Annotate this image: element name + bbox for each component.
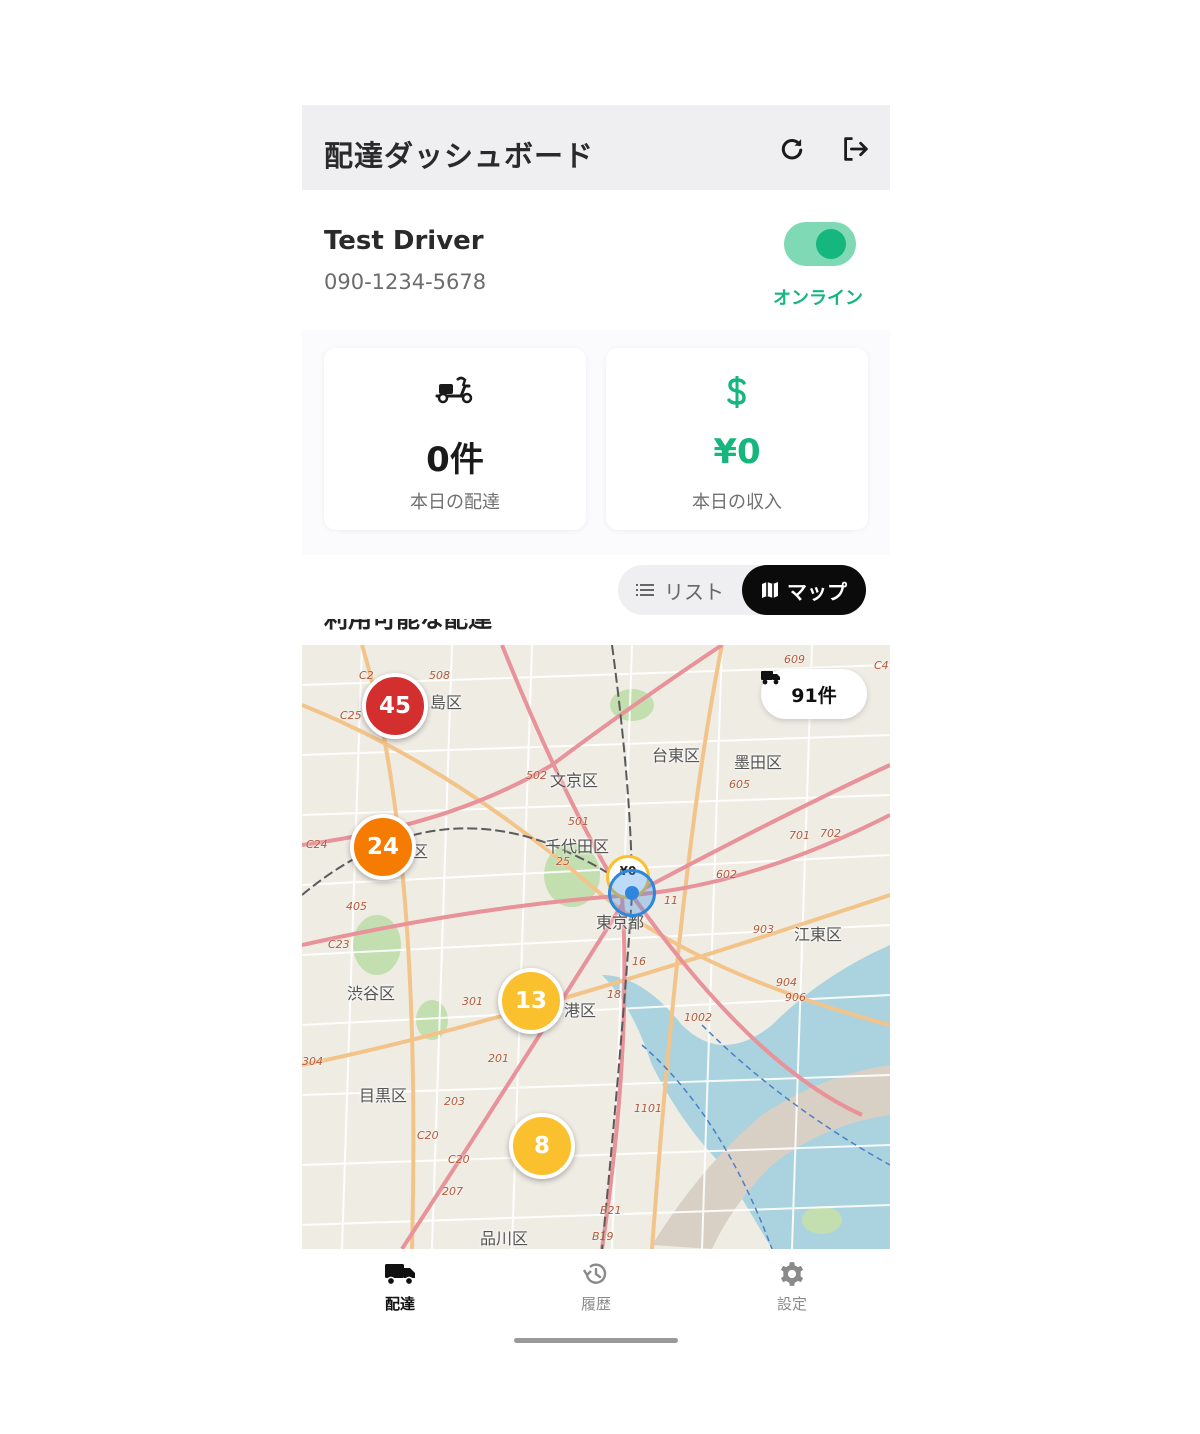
truck-icon bbox=[385, 1264, 415, 1286]
map-label: 渋谷区 bbox=[347, 984, 396, 1003]
map-icon bbox=[762, 582, 778, 598]
route-number: 405 bbox=[346, 900, 367, 913]
route-number: 1101 bbox=[634, 1102, 662, 1115]
driver-name: Test Driver bbox=[324, 226, 484, 256]
map-view-label: マップ bbox=[787, 579, 847, 604]
map-label: 品川区 bbox=[480, 1229, 529, 1248]
route-number: C20 bbox=[417, 1129, 439, 1142]
view-toggle: リスト マップ bbox=[618, 565, 866, 615]
route-number: C2 bbox=[359, 669, 374, 682]
nav-item-history[interactable]: 履歴 bbox=[498, 1261, 694, 1314]
history-icon bbox=[582, 1263, 607, 1284]
route-number: 903 bbox=[753, 923, 774, 936]
map-label: 島区 bbox=[430, 693, 463, 712]
route-number: 508 bbox=[429, 669, 450, 682]
dollar-icon bbox=[727, 376, 746, 408]
delivery-count: 91件 bbox=[791, 684, 837, 707]
home-indicator bbox=[514, 1338, 678, 1343]
app-screen: 配達ダッシュボード Test Driver 090-1234-5678 オンライ… bbox=[302, 105, 890, 1355]
route-number: B21 bbox=[600, 1204, 622, 1217]
route-number: 502 bbox=[526, 769, 547, 782]
delivery-cluster[interactable]: 45 bbox=[362, 673, 428, 739]
page-title: 配達ダッシュボード bbox=[324, 139, 595, 173]
today-deliveries-card: 0件 本日の配達 bbox=[324, 348, 586, 530]
route-number: 18 bbox=[607, 988, 621, 1001]
route-number: 25 bbox=[556, 855, 570, 868]
map-label: 墨田区 bbox=[734, 753, 783, 772]
scooter-icon bbox=[435, 376, 473, 404]
online-toggle[interactable] bbox=[784, 222, 856, 266]
route-number: C4 bbox=[874, 659, 889, 672]
nav-item-settings[interactable]: 設定 bbox=[694, 1261, 890, 1314]
route-number: C25 bbox=[340, 709, 362, 722]
delivery-cluster[interactable]: 13 bbox=[498, 968, 564, 1034]
route-number: 906 bbox=[785, 991, 806, 1004]
route-number: 501 bbox=[568, 815, 589, 828]
today-deliveries-value: 0件 bbox=[426, 440, 484, 480]
route-number: 11 bbox=[664, 894, 678, 907]
list-icon bbox=[636, 584, 654, 596]
today-earnings-value: ¥0 bbox=[713, 432, 761, 472]
available-deliveries-title: 利用可能な配達 bbox=[324, 619, 492, 633]
route-number: 605 bbox=[729, 778, 750, 791]
map-label: 文京区 bbox=[550, 771, 599, 790]
map-label: 台東区 bbox=[652, 746, 701, 765]
delivery-count-chip: 91件 bbox=[761, 669, 867, 719]
delivery-map[interactable]: 島区 文京区 台東区 墨田区 千代田区 区 東京都 江東区 渋谷区 港区 目黒区… bbox=[302, 645, 890, 1249]
logout-icon bbox=[844, 137, 868, 161]
refresh-icon bbox=[781, 139, 803, 160]
route-number: C20 bbox=[448, 1153, 470, 1166]
driver-phone: 090-1234-5678 bbox=[324, 270, 487, 294]
nav-item-deliveries[interactable]: 配達 bbox=[302, 1261, 498, 1314]
route-number: B19 bbox=[592, 1230, 614, 1243]
driver-card: Test Driver 090-1234-5678 オンライン bbox=[302, 190, 890, 330]
bottom-nav: 配達 履歴 設定 bbox=[302, 1249, 890, 1329]
map-label: 目黒区 bbox=[359, 1086, 408, 1105]
route-number: C24 bbox=[306, 838, 328, 851]
today-earnings-card: ¥0 本日の収入 bbox=[606, 348, 868, 530]
route-number: 602 bbox=[716, 868, 737, 881]
list-view-label: リスト bbox=[664, 579, 724, 604]
map-label: 江東区 bbox=[794, 925, 843, 944]
nav-label: 履歴 bbox=[580, 1295, 611, 1313]
online-status-label: オンライン bbox=[773, 288, 863, 309]
route-number: 207 bbox=[442, 1185, 463, 1198]
map-label: 港区 bbox=[564, 1001, 597, 1020]
delivery-cluster[interactable]: 24 bbox=[350, 814, 416, 880]
map-label: 千代田区 bbox=[545, 837, 610, 856]
list-view-button[interactable]: リスト bbox=[618, 565, 742, 615]
current-location-marker bbox=[608, 869, 656, 917]
route-number: 702 bbox=[820, 827, 841, 840]
route-number: 1002 bbox=[684, 1011, 712, 1024]
today-earnings-label: 本日の収入 bbox=[692, 492, 782, 513]
truck-icon bbox=[761, 671, 780, 685]
current-location-dot bbox=[625, 886, 639, 900]
stats-section: 0件 本日の配達 ¥0 本日の収入 bbox=[302, 330, 890, 555]
route-number: 904 bbox=[776, 976, 797, 989]
route-number: 609 bbox=[784, 653, 805, 666]
logout-button[interactable] bbox=[839, 132, 873, 166]
route-number: 701 bbox=[789, 829, 810, 842]
nav-label: 設定 bbox=[776, 1295, 807, 1313]
delivery-cluster[interactable]: 8 bbox=[509, 1113, 575, 1179]
nav-label: 配達 bbox=[384, 1295, 415, 1313]
route-number: 203 bbox=[444, 1095, 465, 1108]
route-number: C23 bbox=[328, 938, 350, 951]
route-number: 304 bbox=[302, 1055, 323, 1068]
refresh-button[interactable] bbox=[775, 132, 809, 166]
app-bar: 配達ダッシュボード bbox=[302, 105, 890, 190]
toggle-knob bbox=[816, 229, 846, 259]
route-number: 16 bbox=[632, 955, 646, 968]
today-deliveries-label: 本日の配達 bbox=[410, 492, 500, 513]
route-number: 301 bbox=[462, 995, 483, 1008]
route-number: 201 bbox=[488, 1052, 509, 1065]
map-view-button[interactable]: マップ bbox=[742, 565, 866, 615]
gear-icon bbox=[780, 1262, 804, 1286]
